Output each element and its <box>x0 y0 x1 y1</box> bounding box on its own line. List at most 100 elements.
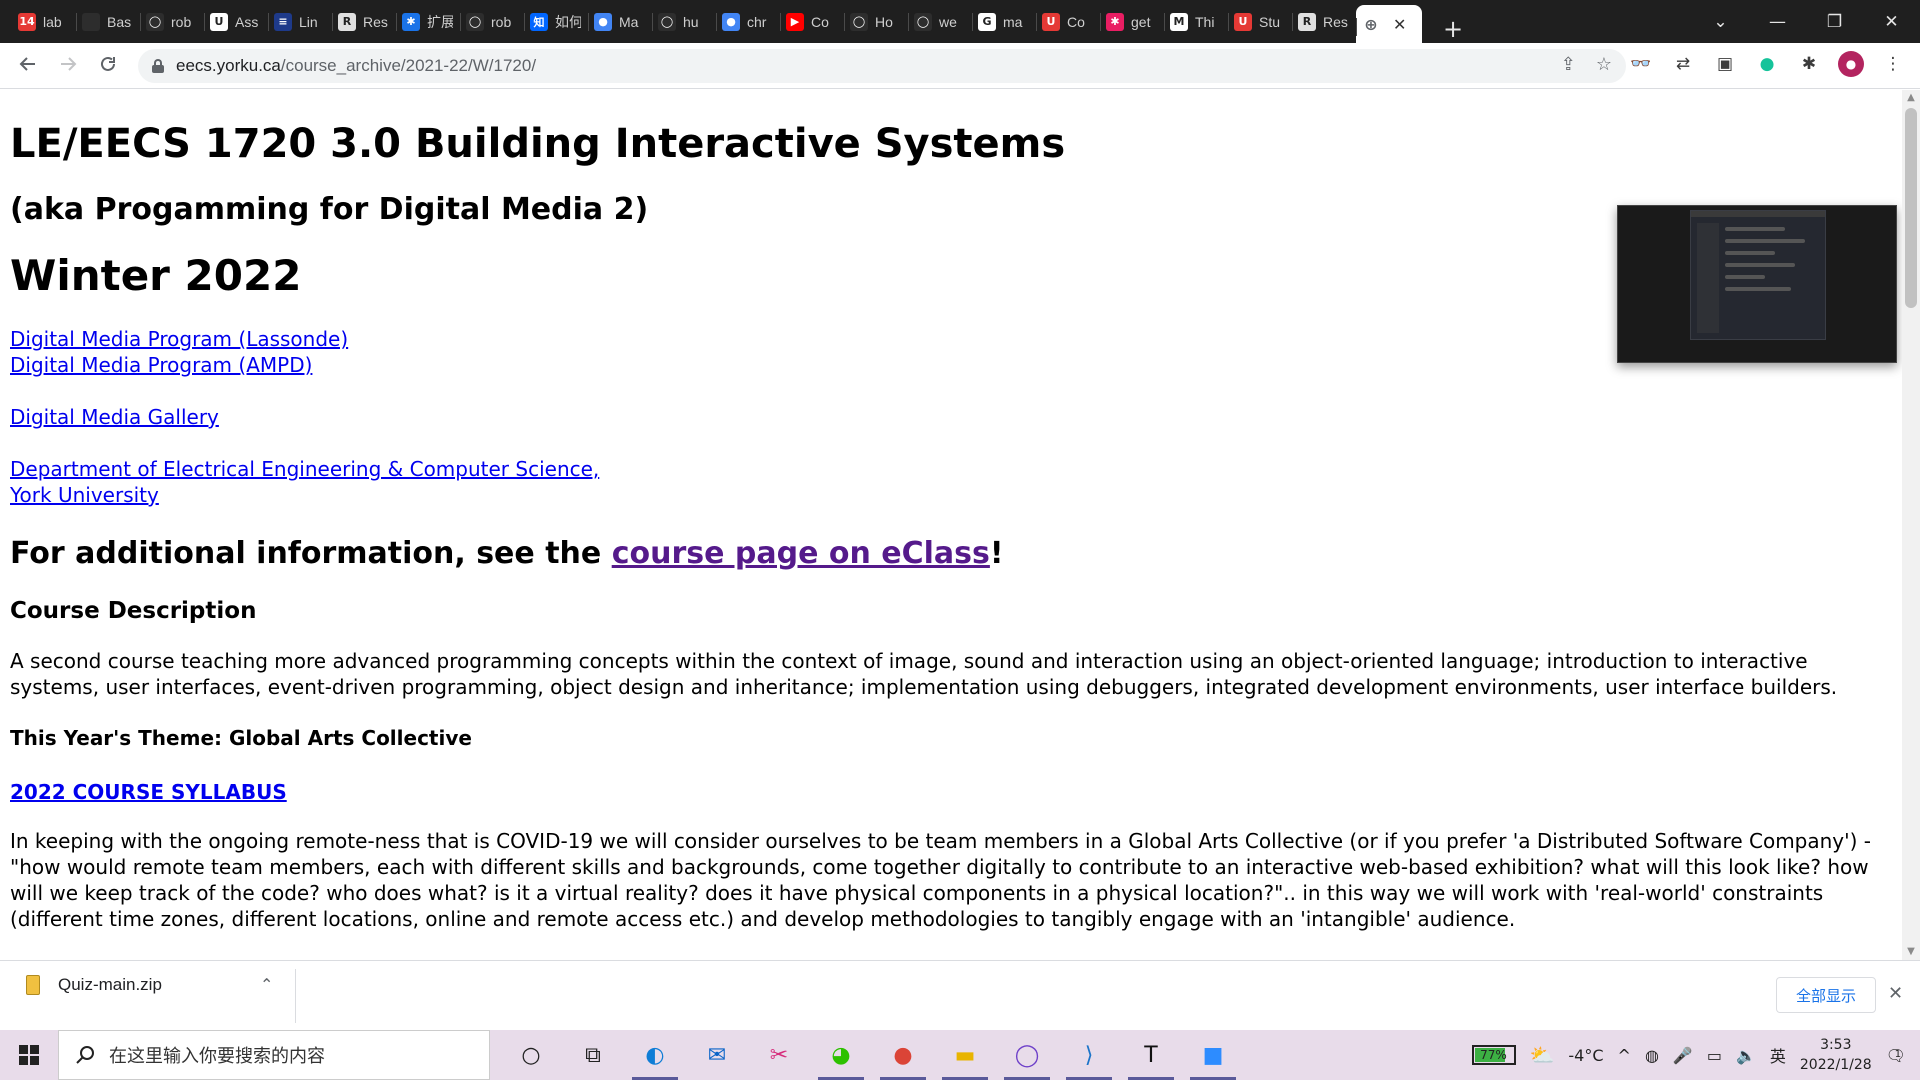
github-desktop-icon[interactable]: ◯ <box>996 1030 1058 1080</box>
picture-in-picture-video[interactable] <box>1617 205 1897 363</box>
browser-tab[interactable]: 14 lab <box>12 0 76 43</box>
vscode-icon[interactable]: ⟩ <box>1058 1030 1120 1080</box>
link-gallery[interactable]: Digital Media Gallery <box>10 405 219 429</box>
forward-button[interactable] <box>48 54 88 78</box>
tab-title: Ho <box>875 13 893 30</box>
browser-tab[interactable]: ◯ rob <box>460 0 524 43</box>
tab-search-button[interactable]: ⌄ <box>1692 12 1749 32</box>
snip-icon[interactable]: ✂ <box>748 1030 810 1080</box>
u-red-icon: U <box>1042 12 1060 31</box>
taskbar-search[interactable]: 在这里输入你要搜索的内容 <box>58 1030 490 1080</box>
browser-tab[interactable]: U Co <box>1036 0 1100 43</box>
windows-logo-icon <box>19 1045 39 1065</box>
github-icon: ◯ <box>914 12 932 31</box>
scroll-down-arrow-icon[interactable]: ▼ <box>1902 944 1920 960</box>
tab-title: Stu <box>1259 13 1281 30</box>
forward-arrow-icon <box>61 56 77 71</box>
close-tab-icon[interactable]: ✕ <box>1393 15 1406 34</box>
extension-translate-icon[interactable]: ⇄ <box>1670 51 1696 77</box>
typora-icon[interactable]: T <box>1120 1030 1182 1080</box>
ime-indicator[interactable]: 英 <box>1770 1043 1786 1067</box>
more-info-prefix: For additional information, see the <box>10 536 612 571</box>
edge-icon[interactable]: ◐ <box>624 1030 686 1080</box>
wechat-icon[interactable]: ◕ <box>810 1030 872 1080</box>
browser-tab[interactable]: M Thi <box>1164 0 1228 43</box>
zoom-icon[interactable]: ■ <box>1182 1030 1244 1080</box>
browser-tab[interactable]: U Ass <box>204 0 268 43</box>
download-item[interactable]: Quiz-main.zip <box>26 975 162 995</box>
browser-tab[interactable]: U Stu <box>1228 0 1292 43</box>
reload-button[interactable] <box>88 54 128 78</box>
mail-icon[interactable]: ✉ <box>686 1030 748 1080</box>
file-explorer-icon[interactable]: ▬ <box>934 1030 996 1080</box>
browser-tab[interactable]: ✱ get <box>1100 0 1164 43</box>
tab-title: Thi <box>1195 13 1215 30</box>
volume-icon[interactable]: 🔈 <box>1736 1046 1756 1065</box>
tab-title: get <box>1131 13 1151 30</box>
extension-glasses-icon[interactable]: 👓 <box>1628 51 1654 77</box>
tab-title: we <box>939 13 957 30</box>
link-department[interactable]: Department of Electrical Engineering & C… <box>10 457 599 481</box>
browser-tab[interactable]: ◯ we <box>908 0 972 43</box>
cortana-icon[interactable]: ○ <box>500 1030 562 1080</box>
network-icon[interactable]: ◍ <box>1645 1046 1659 1065</box>
start-button[interactable] <box>0 1030 58 1080</box>
extensions-puzzle-icon[interactable]: ✱ <box>1796 51 1822 77</box>
back-button[interactable] <box>8 54 48 78</box>
link-eclass[interactable]: course page on eClass <box>612 536 990 571</box>
chrome-taskbar-icon[interactable]: ● <box>872 1030 934 1080</box>
browser-tab[interactable]: ✱ 扩展 <box>396 0 460 43</box>
tab-title: Ass <box>235 13 259 30</box>
browser-tab[interactable]: 知如何 <box>524 0 588 43</box>
minimize-button[interactable]: — <box>1749 12 1806 32</box>
tab-title: Ma <box>619 13 639 30</box>
browser-tab[interactable]: ▶ Co <box>780 0 844 43</box>
menu-kebab-icon[interactable]: ⋮ <box>1880 51 1906 77</box>
browser-tab[interactable]: Gma <box>972 0 1036 43</box>
browser-tab[interactable]: ≡ Lin <box>268 0 332 43</box>
microphone-icon[interactable]: 🎤 <box>1673 1046 1693 1065</box>
page-scrollbar[interactable]: ▲ ▼ <box>1902 90 1920 960</box>
browser-tab[interactable]: ◯ hu <box>652 0 716 43</box>
star-icon: ✱ <box>1106 12 1124 31</box>
share-icon[interactable]: ⇪ <box>1561 54 1576 75</box>
close-shelf-icon[interactable]: ✕ <box>1888 983 1903 1004</box>
browser-tab[interactable]: R Res <box>1292 0 1356 43</box>
task-view-icon[interactable]: ⧉ <box>562 1030 624 1080</box>
temperature[interactable]: -4°C <box>1568 1046 1603 1065</box>
browser-tab[interactable]: ● chr <box>716 0 780 43</box>
browser-tab[interactable]: R Res <box>332 0 396 43</box>
grammarly-icon[interactable]: ● <box>1754 51 1780 77</box>
bookmark-star-icon[interactable]: ☆ <box>1596 54 1612 75</box>
new-tab-button[interactable]: + <box>1438 15 1468 43</box>
globe-icon: ⊕ <box>1362 15 1380 34</box>
clock[interactable]: 3:53 2022/1/28 <box>1800 1035 1872 1075</box>
address-bar[interactable]: eecs.yorku.ca/course_archive/2021-22/W/1… <box>138 49 1626 83</box>
url-text[interactable]: eecs.yorku.ca/course_archive/2021-22/W/1… <box>176 56 536 76</box>
scroll-thumb[interactable] <box>1905 108 1917 308</box>
display-icon[interactable]: ▭ <box>1707 1046 1722 1065</box>
close-window-button[interactable]: ✕ <box>1863 12 1920 32</box>
link-ampd[interactable]: Digital Media Program (AMPD) <box>10 353 312 377</box>
restore-button[interactable]: ❐ <box>1806 12 1863 32</box>
browser-tab[interactable]: ● Ma <box>588 0 652 43</box>
scroll-up-arrow-icon[interactable]: ▲ <box>1902 90 1920 106</box>
chevron-up-tray-icon[interactable]: ^ <box>1618 1046 1631 1065</box>
link-lassonde[interactable]: Digital Media Program (Lassonde) <box>10 327 348 351</box>
omnibox-actions: ⇪ ☆ <box>1561 54 1612 75</box>
browser-tab[interactable]: ◯ Ho <box>844 0 908 43</box>
notification-center-icon[interactable]: 🗨 1 <box>1886 1046 1906 1065</box>
active-tab[interactable]: ⊕ ✕ <box>1356 5 1422 43</box>
link-york[interactable]: York University <box>10 483 159 507</box>
github-icon: ◯ <box>658 12 676 31</box>
link-syllabus[interactable]: 2022 COURSE SYLLABUS <box>10 780 287 804</box>
show-all-button[interactable]: 全部显示 <box>1776 977 1876 1013</box>
profile-avatar[interactable]: ● <box>1838 51 1864 77</box>
browser-tab[interactable]: Bas <box>76 0 140 43</box>
extension-reader-icon[interactable]: ▣ <box>1712 51 1738 77</box>
browser-tab[interactable]: ◯ rob <box>140 0 204 43</box>
weather-icon[interactable]: ⛅ <box>1530 1043 1555 1067</box>
chevron-up-icon[interactable]: ⌃ <box>260 975 273 994</box>
battery-indicator[interactable]: 77% <box>1471 1045 1516 1065</box>
lock-icon[interactable] <box>152 59 164 73</box>
